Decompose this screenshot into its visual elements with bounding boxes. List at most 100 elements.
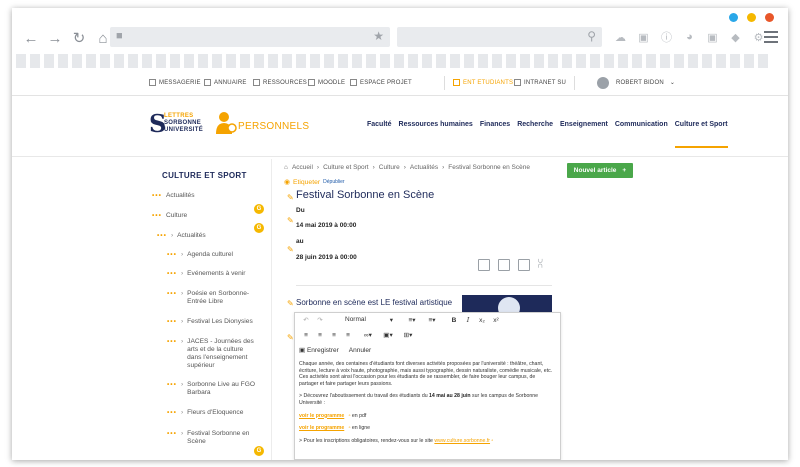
drag-handle-icon[interactable]: ••• xyxy=(152,212,162,220)
g-badge-icon[interactable]: G xyxy=(254,446,264,456)
nav-messagerie[interactable]: MESSAGERIE xyxy=(149,79,201,86)
rich-text-editor[interactable]: ↶ ↷ Normal ▾ ≡▾ ≡▾ B I x₂ x² ≡ ≡ ≡ ≡ ∞▾ ▣… xyxy=(294,312,561,460)
drag-handle-icon[interactable]: ••• xyxy=(167,338,177,370)
format-select[interactable]: Normal ▾ xyxy=(345,316,393,324)
align-justify-icon[interactable]: ≡ xyxy=(341,332,355,339)
sidebar-item-culture[interactable]: ••• Culture xyxy=(152,212,187,220)
sidebar-item-sorbonne-live[interactable]: ••• › Sorbonne Live au FGO Barbara xyxy=(167,381,255,397)
align-right-icon[interactable]: ≡ xyxy=(327,332,341,339)
nav-ressources[interactable]: RESSOURCES xyxy=(253,79,307,86)
dot-yellow[interactable] xyxy=(747,13,756,22)
mainnav-communication[interactable]: Communication xyxy=(615,121,668,148)
nav-ent-etudiants[interactable]: ENT ETUDIANTS xyxy=(453,79,513,86)
camera-icon[interactable]: ▣ xyxy=(635,29,652,45)
home-icon[interactable]: ⌂ xyxy=(284,164,288,171)
mainnav-enseignement[interactable]: Enseignement xyxy=(560,121,608,148)
breadcrumb-item[interactable]: Culture xyxy=(379,164,400,171)
info-icon[interactable]: ⓘ xyxy=(658,29,675,45)
undo-icon[interactable]: ↶ xyxy=(299,316,313,324)
headphones-icon[interactable]: ◕ xyxy=(681,29,698,45)
depublier-link[interactable]: Dépublier xyxy=(323,179,344,185)
link-icon[interactable]: ∞▾ xyxy=(361,331,375,339)
sidebar-item-dionysies[interactable]: ••• › Festival Les Dionysies xyxy=(167,318,253,326)
g-badge-icon[interactable]: G xyxy=(254,204,264,214)
cloud-icon[interactable]: ☁ xyxy=(612,29,629,45)
nav-moodle[interactable]: MOODLE xyxy=(308,79,345,86)
bullet-list-icon[interactable]: ≡▾ xyxy=(405,316,419,324)
reload-icon[interactable]: ↻ xyxy=(68,27,90,49)
pdf-icon[interactable] xyxy=(498,259,510,271)
dot-blue[interactable] xyxy=(729,13,738,22)
drag-handle-icon[interactable]: ••• xyxy=(167,290,177,306)
image-icon[interactable]: ▣▾ xyxy=(381,331,395,339)
nav-intranet[interactable]: INTRANET SU xyxy=(514,79,566,86)
pencil-icon[interactable]: ✎ xyxy=(287,300,295,308)
sidebar-item-culture-actualites[interactable]: ••• › Actualités xyxy=(157,232,206,240)
breadcrumb-item[interactable]: Actualités xyxy=(410,164,438,171)
drag-handle-icon[interactable]: ••• xyxy=(167,381,177,397)
url-bar[interactable]: ■ ★ xyxy=(110,27,390,47)
align-center-icon[interactable]: ≡ xyxy=(313,332,327,339)
nav-annuaire[interactable]: ANNUAIRE xyxy=(204,79,247,86)
sidebar-item-festival-sorbonne[interactable]: ••• › Festival Sorbonne en Scène xyxy=(167,430,249,446)
sidebar-item-jaces[interactable]: ••• › JACES - Journées des arts et de la cu… xyxy=(167,338,254,370)
calendar-icon[interactable] xyxy=(478,259,490,271)
sidebar-item-evenements[interactable]: ••• › Evénements à venir xyxy=(167,270,245,278)
drag-handle-icon[interactable]: ••• xyxy=(152,192,162,200)
culture-site-link[interactable]: www.culture.sorbonne.fr xyxy=(434,438,490,444)
shield-icon[interactable]: ◆ xyxy=(727,29,744,45)
breadcrumb-item[interactable]: Culture et Sport xyxy=(323,164,369,171)
programme-online-link[interactable]: voir le programme xyxy=(299,425,344,431)
nav-espace-projet[interactable]: ESPACE PROJET xyxy=(350,79,412,86)
pencil-icon[interactable]: ✎ xyxy=(287,217,295,225)
editor-body[interactable]: Chaque année, des centaines d'étudiants … xyxy=(299,361,554,450)
editor-paragraph: > Découvrez l'aboutissement du travail d… xyxy=(299,393,539,406)
sidebar-item-fleurs[interactable]: ••• › Fleurs d'Eloquence xyxy=(167,409,243,417)
star-icon[interactable]: ★ xyxy=(373,29,384,43)
logo-text[interactable]: LETTRES SORBONNE UNIVERSITÉ xyxy=(164,113,203,134)
programme-pdf-link[interactable]: voir le programme xyxy=(299,413,344,419)
drag-handle-icon[interactable]: ••• xyxy=(167,251,177,259)
pencil-icon[interactable]: ✎ xyxy=(287,194,295,202)
drag-handle-icon[interactable]: ••• xyxy=(167,318,177,326)
sidebar-item-poesie[interactable]: ••• › Poésie en Sorbonne- Entrée Libre xyxy=(167,290,249,306)
superscript-icon[interactable]: x² xyxy=(489,317,503,324)
chevron-right-icon: › xyxy=(180,430,184,437)
italic-icon[interactable]: I xyxy=(461,316,475,324)
mainnav-ressources-humaines[interactable]: Ressources humaines xyxy=(399,121,473,148)
print-icon[interactable] xyxy=(518,259,530,271)
search-bar[interactable]: ⚲ xyxy=(397,27,602,47)
drag-handle-icon[interactable]: ••• xyxy=(167,430,177,446)
numbered-list-icon[interactable]: ≡▾ xyxy=(425,316,439,324)
dot-red[interactable] xyxy=(765,13,774,22)
subscript-icon[interactable]: x₂ xyxy=(475,317,489,324)
hamburger-menu-icon[interactable] xyxy=(764,31,778,46)
user-menu[interactable]: ROBERT BIDON ⌄ xyxy=(597,76,675,89)
align-left-icon[interactable]: ≡ xyxy=(299,332,313,339)
mainnav-finances[interactable]: Finances xyxy=(480,121,510,148)
share-icon[interactable]: ⩆ xyxy=(538,259,550,271)
table-icon[interactable]: ⊞▾ xyxy=(401,331,415,339)
save-button[interactable]: ▣ Enregistrer xyxy=(299,346,339,354)
forward-icon[interactable]: → xyxy=(44,27,66,49)
new-article-button[interactable]: Nouvel article + xyxy=(567,163,633,178)
bold-icon[interactable]: B xyxy=(447,317,461,324)
drag-handle-icon[interactable]: ••• xyxy=(157,232,167,240)
chevron-right-icon: › xyxy=(180,251,184,258)
mainnav-faculte[interactable]: Faculté xyxy=(367,121,392,148)
etiqueter-link[interactable]: Etiqueter xyxy=(293,179,320,186)
g-badge-icon[interactable]: G xyxy=(254,223,264,233)
cancel-button[interactable]: Annuler xyxy=(349,347,371,354)
sidebar-item-actualites[interactable]: ••• Actualités xyxy=(152,192,195,200)
back-icon[interactable]: ← xyxy=(20,27,42,49)
pencil-icon[interactable]: ✎ xyxy=(287,246,295,254)
briefcase-icon[interactable]: ▣ xyxy=(704,29,721,45)
sidebar-item-agenda[interactable]: ••• › Agenda culturel xyxy=(167,251,233,259)
redo-icon[interactable]: ↷ xyxy=(313,316,327,324)
mainnav-culture-et-sport[interactable]: Culture et Sport xyxy=(674,121,728,148)
mainnav-recherche[interactable]: Recherche xyxy=(517,121,553,148)
drag-handle-icon[interactable]: ••• xyxy=(167,409,177,417)
drag-handle-icon[interactable]: ••• xyxy=(167,270,177,278)
sorbonne-logo-icon[interactable]: S xyxy=(149,111,166,137)
breadcrumb-item[interactable]: Accueil xyxy=(292,164,313,171)
